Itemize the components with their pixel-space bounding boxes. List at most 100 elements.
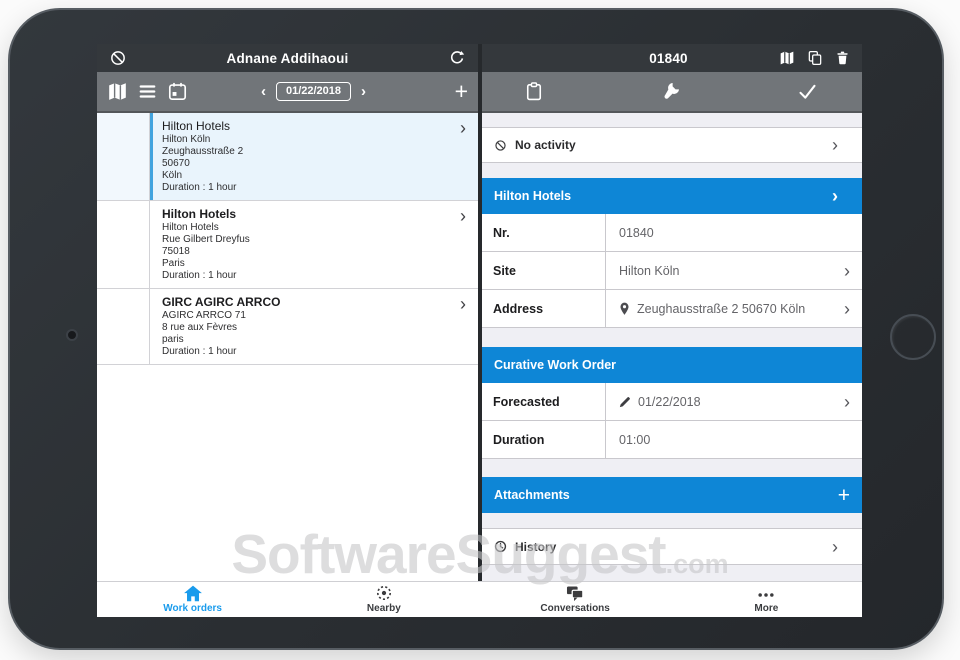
work-order-line: Hilton Hotels [162, 222, 219, 233]
tablet-camera [66, 329, 78, 341]
work-order-line: 50670 [162, 158, 190, 169]
field-label: Nr. [482, 214, 606, 251]
conversations-icon [565, 585, 585, 602]
chevron-right-icon: › [832, 186, 838, 206]
chevron-right-icon: › [844, 260, 850, 281]
section-title: Attachments [494, 488, 570, 502]
work-order-title: Hilton Hotels [162, 207, 236, 221]
section-title: Hilton Hotels [494, 189, 572, 203]
no-activity-icon [494, 139, 507, 152]
refresh-icon[interactable] [448, 49, 466, 67]
work-order-title: GIRC AGIRC ARRCO [162, 295, 281, 309]
section-title: Curative Work Order [494, 358, 617, 372]
activity-row[interactable]: No activity › [482, 127, 862, 163]
history-row[interactable]: History › [482, 528, 862, 565]
left-toolbar: ‹ 01/22/2018 › + [97, 72, 478, 113]
table-row[interactable]: Address Zeughausstraße 2 50670 Köln › [482, 290, 862, 328]
tab-nearby[interactable]: Nearby [288, 582, 479, 617]
field-label: Address [482, 290, 606, 327]
home-icon [183, 585, 203, 602]
list-view-icon[interactable] [137, 81, 158, 102]
page: Adnane Addihaoui ‹ 01/22/2018 › + Hilton… [0, 0, 960, 660]
work-order-line: paris [162, 334, 184, 345]
chevron-right-icon: › [460, 118, 466, 138]
block-icon[interactable] [109, 49, 127, 67]
field-label: Forecasted [482, 383, 606, 420]
date-picker[interactable]: 01/22/2018 [275, 82, 352, 101]
work-order-list-panel: Adnane Addihaoui ‹ 01/22/2018 › + Hilton… [97, 44, 478, 581]
time-gutter [97, 201, 150, 288]
tab-label: Conversations [540, 603, 610, 614]
date-navigation: ‹ 01/22/2018 › [193, 82, 434, 101]
tab-more[interactable]: More [671, 582, 862, 617]
work-order-line: Paris [162, 258, 185, 269]
work-order-line: Duration : 1 hour [162, 270, 237, 281]
time-gutter [97, 289, 150, 364]
pencil-edit-icon [619, 396, 631, 408]
table-row[interactable]: Forecasted 01/22/2018 › [482, 383, 862, 421]
field-value: Hilton Köln [619, 263, 680, 278]
field-value: 01:00 [619, 432, 651, 447]
map-icon[interactable] [779, 50, 795, 66]
field-value: 01840 [619, 225, 654, 240]
work-order-line: 75018 [162, 246, 190, 257]
table-row[interactable]: Site Hilton Köln › [482, 252, 862, 290]
work-order-line: AGIRC ARRCO 71 [162, 310, 246, 321]
activity-label: No activity [515, 138, 576, 152]
report-clipboard-icon[interactable] [524, 81, 544, 102]
bottom-tab-bar: Work orders Nearby Conversations More [97, 581, 862, 617]
previous-day-button[interactable]: ‹ [261, 84, 266, 99]
field-value: Zeughausstraße 2 50670 Köln [637, 301, 806, 316]
work-order-number-title: 01840 [649, 50, 688, 66]
tablet-home-button[interactable] [890, 314, 936, 360]
work-order-line: Zeughausstraße 2 [162, 146, 244, 157]
nearby-radar-icon [375, 585, 393, 602]
chevron-right-icon: › [460, 206, 466, 226]
chevron-right-icon: › [844, 298, 850, 319]
work-order-title: Hilton Hotels [162, 119, 231, 133]
calendar-view-icon[interactable] [167, 81, 188, 102]
location-pin-icon [619, 302, 630, 316]
technician-name-title: Adnane Addihaoui [226, 50, 349, 66]
map-view-icon[interactable] [107, 81, 128, 102]
right-toolbar [482, 72, 862, 113]
table-row: Duration 01:00 [482, 421, 862, 459]
tab-label: Work orders [163, 603, 222, 614]
field-label: Duration [482, 421, 606, 458]
history-clock-icon [494, 540, 507, 553]
history-label: History [515, 539, 557, 554]
tab-label: More [754, 603, 779, 614]
curative-section: Curative Work Order Forecasted 01/22/201… [482, 347, 862, 459]
curative-section-header: Curative Work Order [482, 347, 862, 383]
site-section-header[interactable]: Hilton Hotels › [482, 178, 862, 214]
work-order-item[interactable]: GIRC AGIRC ARRCO AGIRC ARRCO 71 8 rue au… [97, 289, 478, 365]
tab-conversations[interactable]: Conversations [480, 582, 671, 617]
site-section: Hilton Hotels › Nr. 01840 Site Hilton Kö… [482, 178, 862, 328]
field-label: Site [482, 252, 606, 289]
add-work-order-button[interactable]: + [434, 80, 468, 103]
more-dots-icon [756, 585, 776, 602]
work-order-line: Rue Gilbert Dreyfus [162, 234, 250, 245]
work-order-item[interactable]: Hilton Hotels Hilton Köln Zeughausstraße… [97, 113, 478, 201]
detail-body: No activity › Hilton Hotels › Nr. 01840 [482, 113, 862, 581]
next-day-button[interactable]: › [361, 84, 366, 99]
table-row: Nr. 01840 [482, 214, 862, 252]
tools-wrench-icon[interactable] [660, 81, 681, 102]
work-order-line: 8 rue aux Fèvres [162, 322, 238, 333]
trash-icon[interactable] [835, 50, 850, 66]
work-order-list: Hilton Hotels Hilton Köln Zeughausstraße… [97, 113, 478, 581]
left-header-bar: Adnane Addihaoui [97, 44, 478, 72]
add-attachment-button[interactable]: + [838, 485, 850, 506]
work-order-line: Duration : 1 hour [162, 346, 237, 357]
work-order-detail-panel: 01840 No activity › Hilton Hotels › Nr. … [482, 44, 862, 581]
validate-check-icon[interactable] [797, 81, 818, 102]
tab-label: Nearby [366, 603, 401, 614]
right-header-bar: 01840 [482, 44, 862, 72]
duplicate-icon[interactable] [807, 50, 823, 66]
work-order-item[interactable]: Hilton Hotels Hilton Hotels Rue Gilbert … [97, 201, 478, 289]
chevron-right-icon: › [460, 294, 466, 314]
chevron-right-icon: › [832, 536, 838, 557]
tab-work-orders[interactable]: Work orders [97, 582, 288, 617]
attachments-section: Attachments + [482, 477, 862, 513]
time-gutter [97, 113, 150, 200]
